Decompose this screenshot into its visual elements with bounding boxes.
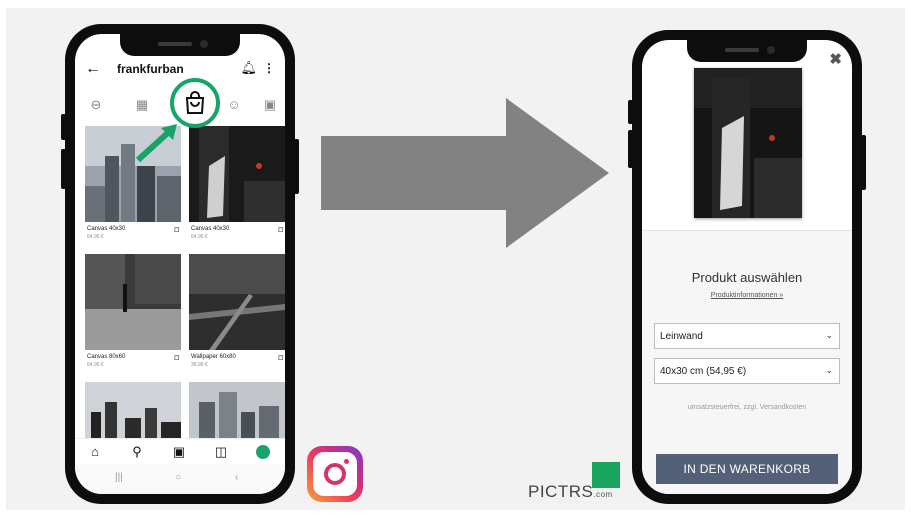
phone-side-button — [628, 130, 633, 168]
post-title: Wallpaper 60x80 — [191, 354, 236, 360]
instagram-phone: ← frankfurban 🔔︎ ⋮ ⊖ ▦ ☺ ▣ Canvas 40x30 … — [61, 24, 299, 504]
phone-notch — [120, 34, 240, 56]
post-image — [189, 126, 285, 222]
post-price: 54,95 € — [191, 234, 208, 240]
select-product-heading: Produkt auswählen — [691, 270, 803, 285]
big-right-arrow-icon — [321, 98, 609, 248]
pointer-arrow-icon — [135, 124, 177, 163]
tagged-icon[interactable]: ☺ — [225, 96, 243, 114]
pictrs-phone: ✖ Produkt auswählen Produktinformationen… — [628, 30, 866, 504]
product-preview-image — [694, 68, 802, 218]
reels-icon[interactable]: ▦ — [133, 96, 151, 114]
size-select[interactable]: 40x30 cm (54,95 €) ⌄ — [654, 358, 840, 384]
android-nav-bar: ||| ○ ‹ — [75, 464, 285, 494]
reels-icon[interactable]: ▣ — [171, 444, 187, 460]
more-options-icon[interactable]: ⋮ — [263, 61, 275, 75]
profile-tag-icon[interactable]: ▣ — [261, 96, 279, 114]
profile-icon[interactable] — [255, 444, 271, 460]
bell-icon[interactable]: 🔔︎ — [240, 60, 257, 76]
bottom-nav: ⌂ ⚲ ▣ ◫ — [75, 438, 285, 464]
post-price: 54,95 € — [87, 362, 104, 368]
pictrs-logo: PICTRS.com — [528, 462, 624, 502]
material-select-value: Leinwand — [660, 331, 703, 342]
phone-side-button — [61, 149, 66, 189]
shopping-bag-icon — [185, 91, 205, 114]
chevron-down-icon: ⌄ — [825, 365, 833, 375]
post-title: Canvas 40x30 — [191, 226, 230, 232]
phone-side-button — [294, 139, 299, 194]
post-price: 54,95 € — [87, 234, 104, 240]
pictrs-logo-text: PICTRS.com — [528, 482, 613, 501]
home-circle-icon[interactable]: ○ — [175, 472, 181, 483]
profile-header: ← frankfurban 🔔︎ ⋮ — [75, 58, 285, 82]
recent-apps-icon[interactable]: ||| — [115, 472, 123, 483]
post-title: Canvas 40x30 — [87, 226, 126, 232]
phone-side-button — [861, 135, 866, 190]
phone-notch — [687, 40, 807, 62]
arrow-left-icon[interactable]: ← — [85, 60, 101, 78]
post-price: 39,99 € — [191, 362, 208, 368]
material-select[interactable]: Leinwand ⌄ — [654, 323, 840, 349]
back-icon[interactable]: ‹ — [235, 472, 238, 483]
search-icon[interactable]: ⚲ — [129, 444, 145, 460]
post-image — [85, 254, 181, 350]
pictrs-screen: ✖ Produkt auswählen Produktinformationen… — [642, 40, 852, 494]
divider — [642, 230, 852, 231]
bookmark-icon[interactable]: ⌑ — [174, 225, 179, 236]
profile-username: frankfurban — [117, 62, 184, 76]
instagram-logo — [307, 446, 363, 502]
post-title: Canvas 80x60 — [87, 354, 126, 360]
close-icon[interactable]: ✖ — [829, 50, 842, 68]
bookmark-icon[interactable]: ⌑ — [278, 353, 283, 364]
grid-icon[interactable]: ⊖ — [87, 96, 105, 114]
bookmark-icon[interactable]: ⌑ — [174, 353, 179, 364]
post-image — [189, 254, 285, 350]
phone-side-button — [628, 100, 633, 124]
bookmark-icon[interactable]: ⌑ — [278, 225, 283, 236]
chevron-down-icon: ⌄ — [825, 330, 833, 340]
home-icon[interactable]: ⌂ — [87, 444, 103, 460]
product-info-link[interactable]: Produktinformationen » — [642, 292, 852, 299]
add-to-cart-button[interactable]: IN DEN WARENKORB — [656, 454, 838, 484]
shop-icon[interactable]: ◫ — [213, 444, 229, 460]
avatar-icon — [256, 445, 270, 459]
tax-note: umsatzsteuerfrei, zzgl. Versandkosten — [687, 404, 807, 411]
size-select-value: 40x30 cm (54,95 €) — [660, 366, 747, 377]
instagram-screen: ← frankfurban 🔔︎ ⋮ ⊖ ▦ ☺ ▣ Canvas 40x30 … — [75, 34, 285, 494]
phone-side-button — [61, 114, 66, 140]
